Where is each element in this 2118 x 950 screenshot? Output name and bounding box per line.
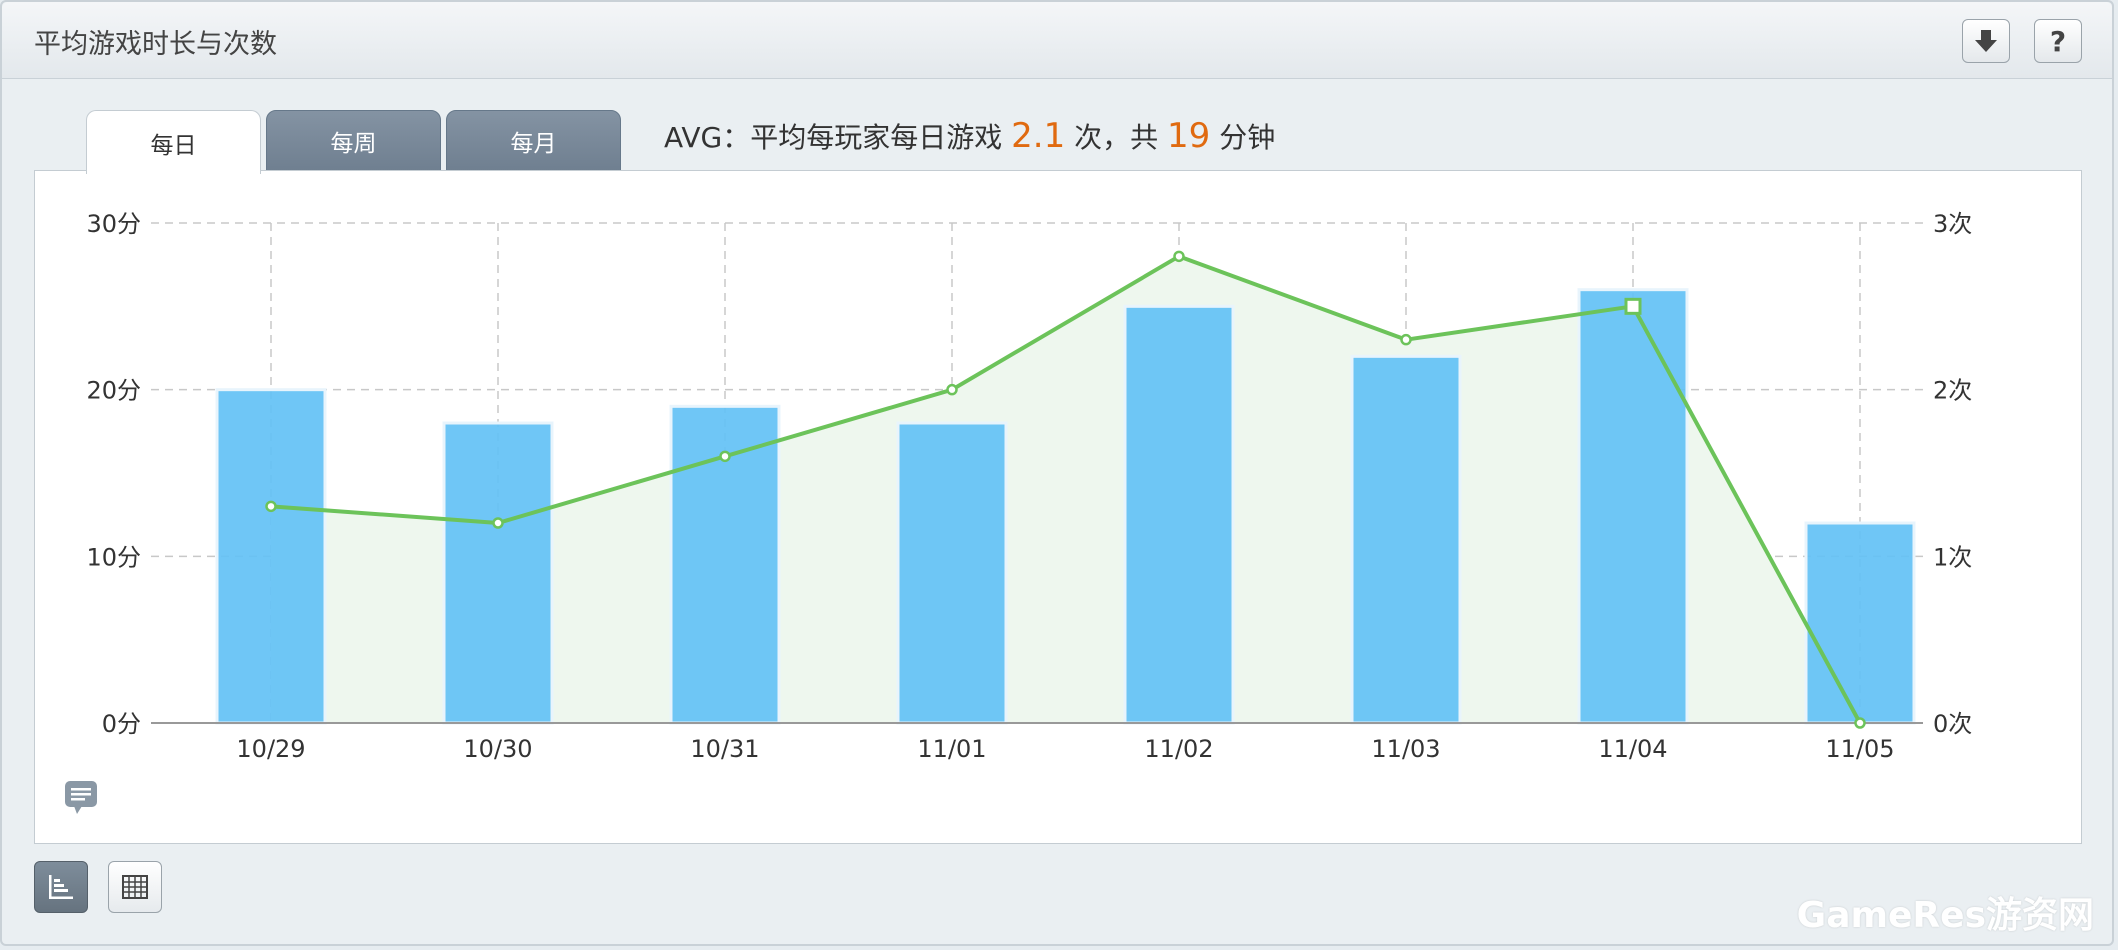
tab-weekly[interactable]: 每周 <box>266 110 441 172</box>
y-right-tick-label: 1次 <box>1933 543 1972 571</box>
chart-area: 0分 10分 20分 30分 0次 1次 2次 3次 10/29 10/30 10/31 11/01 1… <box>34 170 2082 844</box>
avg-minutes-value: 19 <box>1167 116 1211 156</box>
x-tick-label: 10/31 <box>690 735 759 763</box>
x-tick-label: 10/29 <box>236 735 305 763</box>
tab-daily[interactable]: 每日 <box>86 110 261 174</box>
x-tick-label: 10/30 <box>463 735 532 763</box>
bar-10/29 <box>215 388 327 725</box>
avg-minutes-unit: 分钟 <box>1219 121 1276 154</box>
line-point-10/31 <box>719 450 731 463</box>
bar-11/04 <box>1577 288 1689 725</box>
line-point-highlight-11/04 <box>1624 297 1642 315</box>
bar-chart-icon <box>49 875 73 899</box>
x-tick-label: 11/02 <box>1144 735 1213 763</box>
bar-11/03 <box>1350 354 1462 725</box>
tab-monthly[interactable]: 每月 <box>446 110 621 172</box>
y-left-tick-label: 30分 <box>86 210 141 238</box>
x-tick-label: 11/03 <box>1371 735 1440 763</box>
avg-summary: AVG：平均每玩家每日游戏 2.1 次，共 19 分钟 <box>664 116 1275 156</box>
line-point-11/02 <box>1173 250 1185 263</box>
avg-prefix: AVG：平均每玩家每日游戏 <box>664 121 1003 154</box>
download-button[interactable] <box>1962 19 2010 63</box>
y-right-tick-label: 2次 <box>1933 377 1972 405</box>
chart-svg: 0分 10分 20分 30分 0次 1次 2次 3次 10/29 10/30 10/31 11/01 1… <box>86 210 1972 763</box>
avg-count-unit: 次，共 <box>1074 121 1159 154</box>
y-left-tick-label: 10分 <box>86 543 141 571</box>
avg-count-value: 2.1 <box>1011 116 1066 156</box>
x-tick-label: 11/01 <box>917 735 986 763</box>
x-tick-label: 11/04 <box>1598 735 1667 763</box>
table-view-button[interactable] <box>108 861 162 913</box>
panel-title: 平均游戏时长与次数 <box>34 29 277 60</box>
bar-11/02 <box>1123 304 1235 725</box>
line-point-11/03 <box>1400 333 1412 346</box>
bar-10/30 <box>442 421 554 725</box>
y-right-tick-label: 3次 <box>1933 210 1972 238</box>
bar-11/05 <box>1804 521 1916 725</box>
chart-view-button[interactable] <box>34 861 88 913</box>
download-icon <box>1975 30 1997 52</box>
x-tick-label: 11/05 <box>1825 735 1894 763</box>
panel-header: 平均游戏时长与次数 ? <box>2 2 2112 79</box>
line-point-11/05 <box>1854 717 1866 729</box>
table-grid-icon <box>122 875 148 899</box>
y-left-tick-label: 20分 <box>86 377 141 405</box>
bar-11/01 <box>896 421 1008 725</box>
y-left-tick-label: 0分 <box>102 710 141 738</box>
line-point-11/01 <box>946 383 958 396</box>
line-point-10/30 <box>492 517 504 529</box>
watermark: GameRes游资网 <box>1796 895 2094 936</box>
y-right-tick-label: 0次 <box>1933 710 1972 738</box>
help-button[interactable]: ? <box>2034 19 2082 63</box>
line-point-10/29 <box>265 500 277 513</box>
comment-icon[interactable] <box>64 780 98 816</box>
